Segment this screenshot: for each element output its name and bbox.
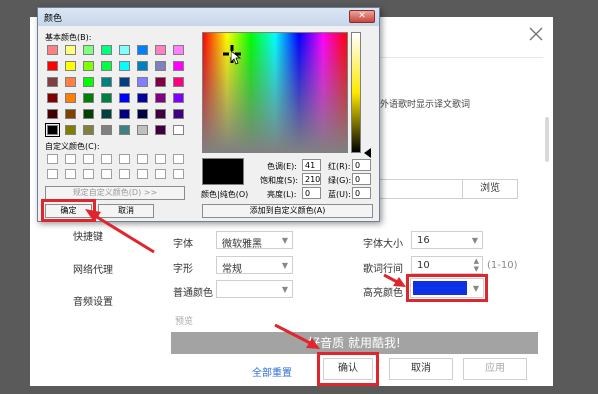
arrow-head-ok-icon bbox=[85, 209, 101, 222]
annotation-arrows bbox=[85, 209, 406, 349]
arrow-to-confirm-icon bbox=[274, 323, 315, 347]
arrow-to-ok-icon bbox=[91, 212, 155, 254]
